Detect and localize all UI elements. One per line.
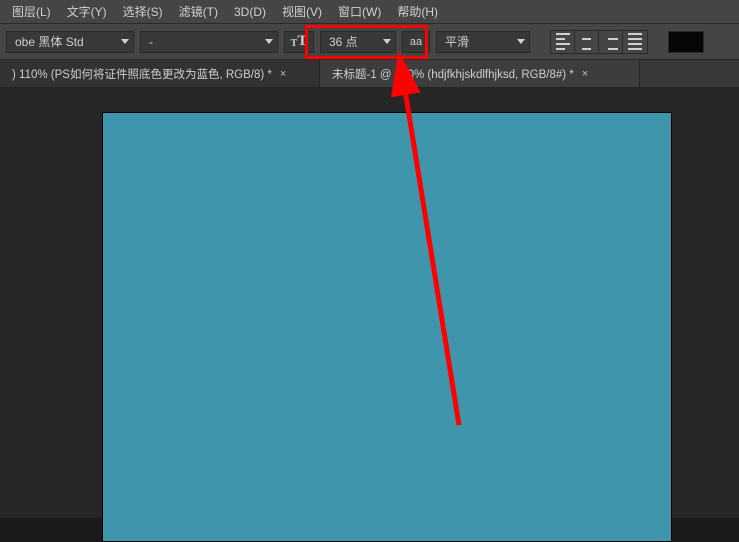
antialias-value: 平滑 — [445, 33, 469, 50]
font-size-icon: T T — [284, 31, 314, 53]
document-tab-label: ) 110% (PS如何将证件照底色更改为蓝色, RGB/8) * — [12, 66, 272, 82]
menu-type[interactable]: 文字(Y) — [59, 1, 115, 22]
document-tab-bar: ) 110% (PS如何将证件照底色更改为蓝色, RGB/8) * × 未标题-… — [0, 60, 739, 88]
menu-view[interactable]: 视图(V) — [274, 1, 330, 22]
font-size-dropdown[interactable]: 36 点 — [320, 31, 396, 53]
menu-bar: 图层(L) 文字(Y) 选择(S) 滤镜(T) 3D(D) 视图(V) 窗口(W… — [0, 0, 739, 24]
document-tab[interactable]: ) 110% (PS如何将证件照底色更改为蓝色, RGB/8) * × — [0, 60, 320, 87]
font-style-dropdown[interactable]: - — [140, 31, 278, 53]
menu-select[interactable]: 选择(S) — [115, 1, 171, 22]
align-center-icon — [580, 33, 594, 50]
menu-3d[interactable]: 3D(D) — [226, 3, 274, 21]
chevron-down-icon — [265, 39, 273, 44]
text-size-icon: T — [297, 33, 307, 50]
document-canvas[interactable] — [102, 112, 672, 542]
align-center-button[interactable] — [575, 31, 599, 53]
document-tab[interactable]: 未标题-1 @ 100% (hdjfkhjskdlfhjksd, RGB/8#)… — [320, 60, 640, 87]
align-justify-button[interactable] — [623, 31, 647, 53]
document-tab-label: 未标题-1 @ 100% (hdjfkhjskdlfhjksd, RGB/8#)… — [332, 66, 574, 82]
menu-layer[interactable]: 图层(L) — [4, 1, 59, 22]
chevron-down-icon — [517, 39, 525, 44]
aa-icon: aa — [410, 36, 422, 48]
chevron-down-icon — [383, 39, 391, 44]
menu-window[interactable]: 窗口(W) — [330, 1, 389, 22]
align-left-icon — [556, 33, 570, 50]
antialias-dropdown[interactable]: 平滑 — [436, 31, 530, 53]
options-bar: obe 黑体 Std - T T 36 点 aa 平滑 — [0, 24, 739, 60]
canvas-area — [0, 88, 739, 518]
align-justify-icon — [628, 33, 642, 50]
font-style-value: - — [149, 35, 153, 49]
font-size-value: 36 点 — [329, 33, 358, 50]
font-family-value: obe 黑体 Std — [15, 33, 84, 50]
align-right-icon — [604, 33, 618, 50]
chevron-down-icon — [121, 39, 129, 44]
menu-filter[interactable]: 滤镜(T) — [171, 1, 226, 22]
text-size-icon: T — [291, 38, 298, 49]
font-family-dropdown[interactable]: obe 黑体 Std — [6, 31, 134, 53]
menu-help[interactable]: 帮助(H) — [389, 1, 446, 22]
align-left-button[interactable] — [551, 31, 575, 53]
text-color-swatch[interactable] — [668, 31, 704, 53]
close-icon[interactable]: × — [280, 68, 286, 80]
align-right-button[interactable] — [599, 31, 623, 53]
text-align-group — [550, 30, 648, 54]
close-icon[interactable]: × — [582, 68, 588, 80]
antialias-icon: aa — [402, 31, 430, 53]
